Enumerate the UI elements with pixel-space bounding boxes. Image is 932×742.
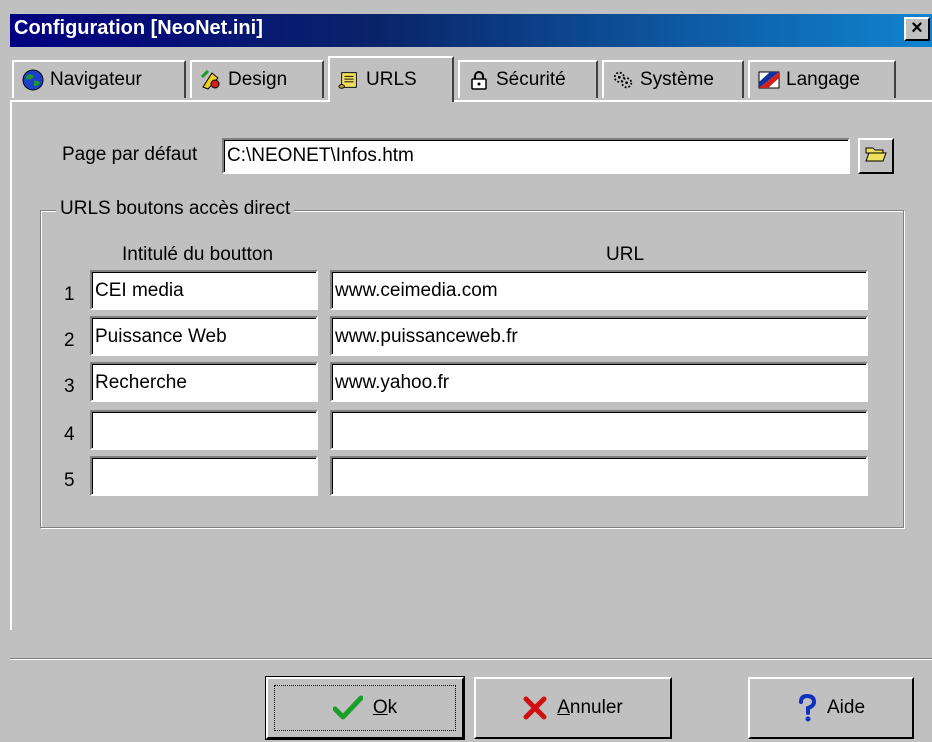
url-input[interactable]: www.ceimedia.com	[330, 270, 868, 310]
ok-button[interactable]: Ok	[265, 676, 465, 740]
button-label-input[interactable]: Recherche	[90, 362, 318, 402]
default-page-label: Page par défaut	[62, 144, 198, 165]
system-icon	[612, 69, 634, 91]
cancel-label: Annuler	[557, 697, 623, 718]
tab-label: Sécurité	[496, 69, 566, 90]
tab-label: Navigateur	[50, 69, 142, 90]
lock-icon	[468, 69, 490, 91]
tab-label: Design	[228, 69, 288, 90]
url-input[interactable]: www.puissanceweb.fr	[330, 316, 868, 356]
cancel-button[interactable]: Annuler	[474, 677, 672, 739]
tab-label: Système	[640, 69, 714, 90]
folder-open-icon	[865, 145, 887, 168]
default-page-input[interactable]: C:\NEONET\Infos.htm	[222, 138, 850, 174]
window-title: Configuration [NeoNet.ini]	[14, 17, 263, 39]
flag-icon	[758, 69, 780, 91]
tab-label: Langage	[786, 69, 860, 90]
row-number: 1	[64, 284, 75, 305]
button-label-input[interactable]: Puissance Web	[90, 316, 318, 356]
tab-label: URLS	[366, 69, 417, 90]
x-icon	[523, 696, 547, 720]
tab-design[interactable]: Design	[190, 60, 324, 98]
footer-separator	[10, 658, 932, 660]
title-bar: Configuration [NeoNet.ini] ×	[10, 14, 932, 47]
paint-icon	[200, 69, 222, 91]
tab-systeme[interactable]: Système	[602, 60, 744, 98]
help-button[interactable]: Aide	[748, 677, 914, 739]
button-label-input[interactable]	[90, 410, 318, 450]
close-button[interactable]: ×	[904, 17, 930, 41]
button-label-input[interactable]: CEI media	[90, 270, 318, 310]
column-header-url: URL	[606, 244, 645, 265]
tab-langage[interactable]: Langage	[748, 60, 896, 98]
url-input[interactable]	[330, 456, 868, 496]
tab-urls[interactable]: URLS	[328, 56, 454, 102]
row-number: 5	[64, 470, 75, 491]
url-input[interactable]: www.yahoo.fr	[330, 362, 868, 402]
url-input[interactable]	[330, 410, 868, 450]
tab-strip: Navigateur Design URLS Sécurité Système	[12, 56, 912, 102]
row-number: 4	[64, 424, 75, 445]
button-label-input[interactable]	[90, 456, 318, 496]
column-header-label: Intitulé du boutton	[122, 244, 274, 265]
row-number: 3	[64, 376, 75, 397]
globe-icon	[22, 69, 44, 91]
config-window: Configuration [NeoNet.ini] × Navigateur …	[0, 0, 932, 742]
row-number: 2	[64, 330, 75, 351]
ok-label: Ok	[372, 697, 398, 718]
checkmark-icon	[332, 695, 363, 721]
tab-navigateur[interactable]: Navigateur	[12, 60, 186, 98]
help-label: Aide	[826, 697, 866, 718]
tab-securite[interactable]: Sécurité	[458, 60, 598, 98]
question-icon	[797, 694, 817, 722]
group-title: URLS boutons accès direct	[56, 198, 295, 220]
browse-button[interactable]	[858, 138, 894, 174]
scroll-icon	[338, 69, 360, 91]
focus-rect	[274, 685, 456, 731]
